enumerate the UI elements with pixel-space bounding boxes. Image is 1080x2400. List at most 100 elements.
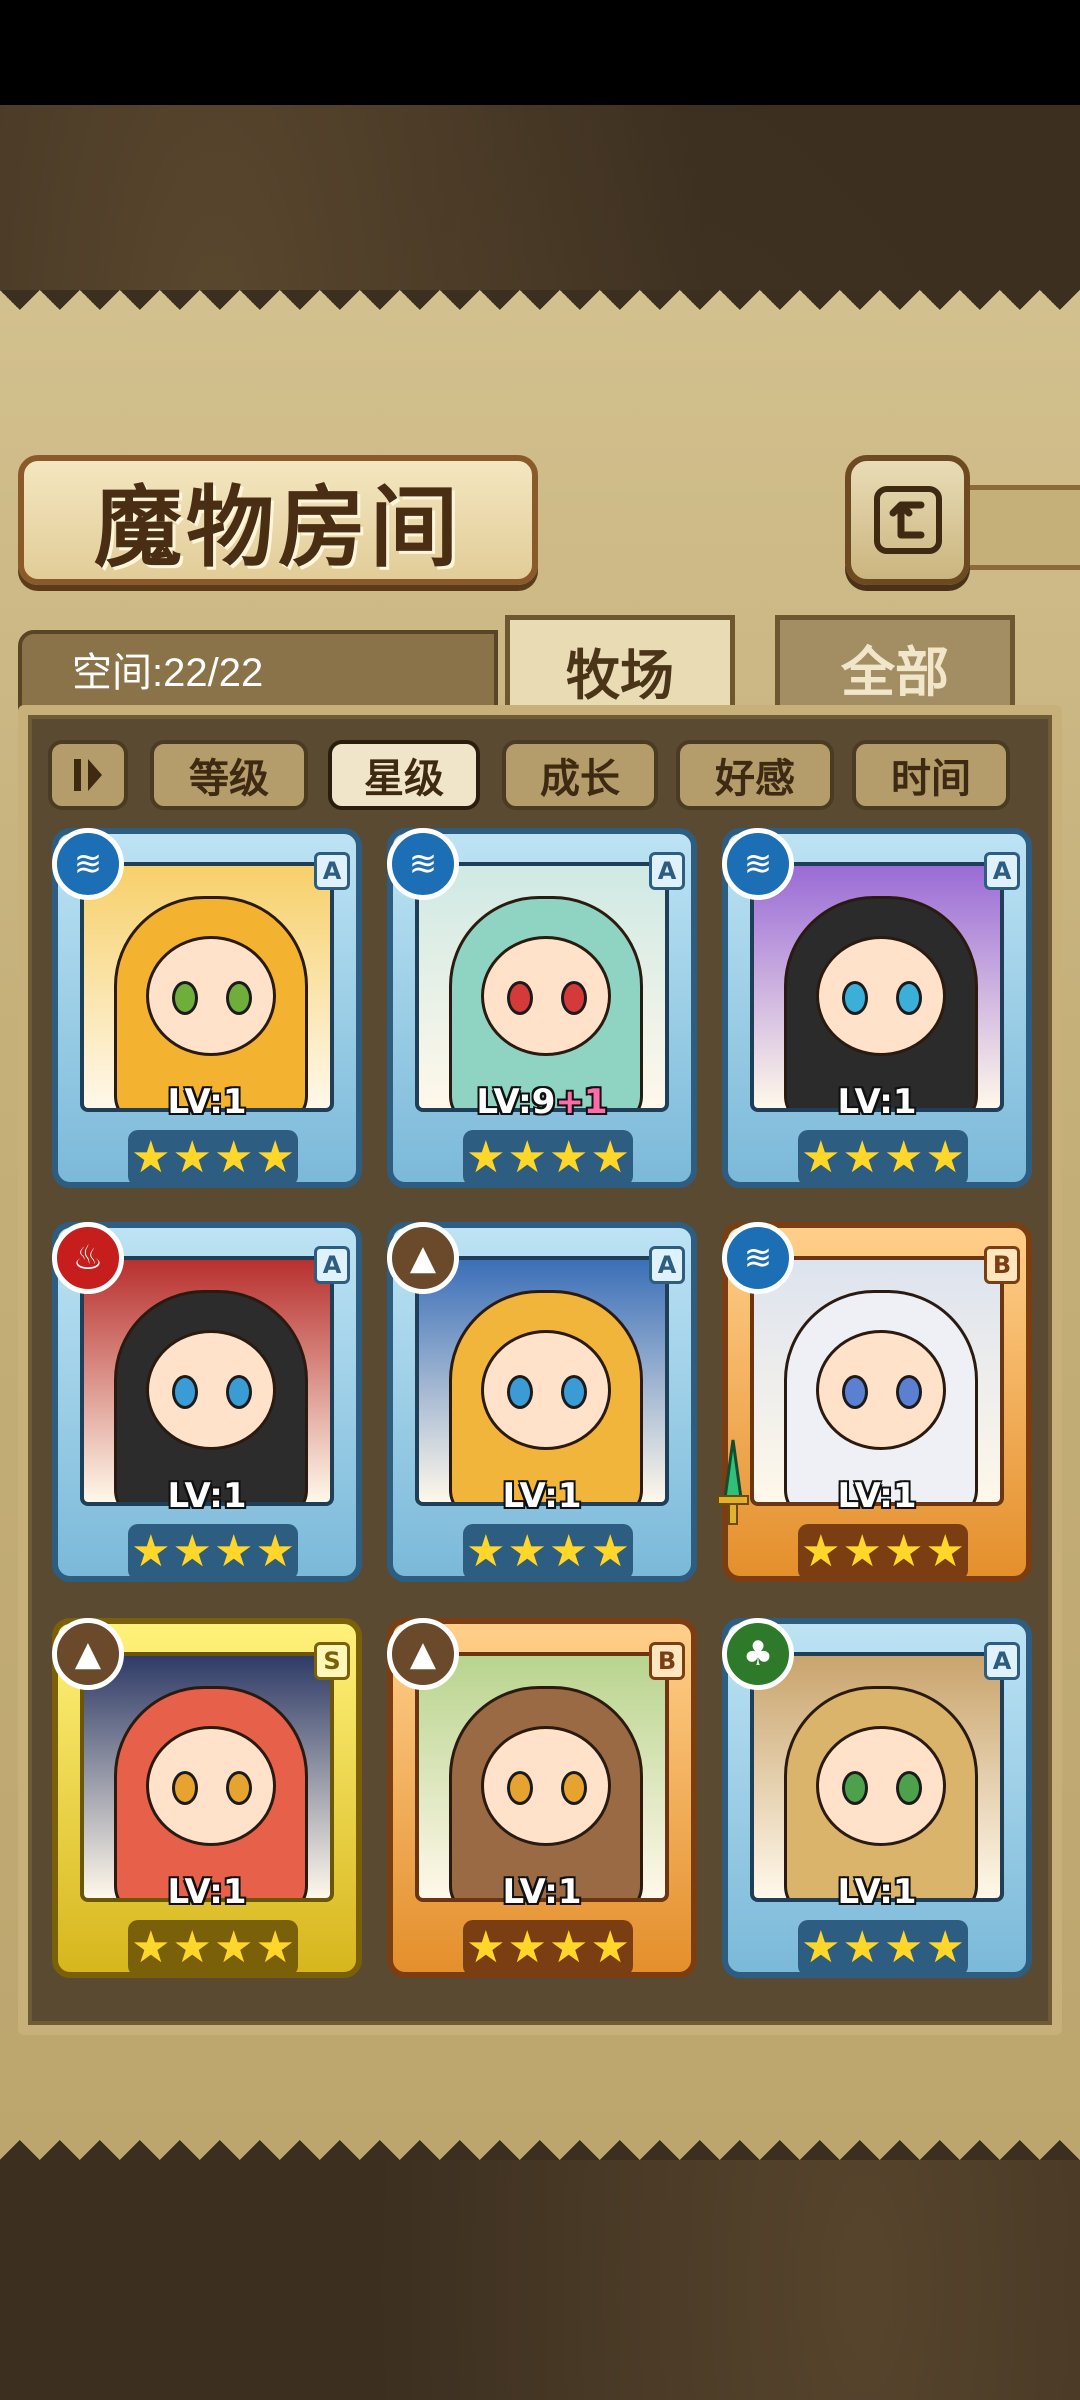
monster-eye [172,981,198,1015]
monster-eye [896,1771,922,1805]
monster-level-text: LV:9 [476,1082,556,1122]
star-rating: ★ ★ ★ ★ [128,1920,298,1976]
panel-zigzag-top [0,290,1080,330]
star-icon: ★ [549,1132,589,1183]
star-rating: ★ ★ ★ ★ [798,1920,968,1976]
rank-badge: A [984,852,1020,890]
monster-portrait [415,1652,669,1902]
monster-face [816,1330,946,1450]
earth-element-icon: ▲ [387,1222,459,1294]
sort-by-level-button[interactable]: 等级 [150,740,308,810]
star-icon: ★ [801,1526,841,1577]
star-icon: ★ [466,1526,506,1577]
star-icon: ★ [131,1526,171,1577]
monster-eye [896,1375,922,1409]
rank-badge: B [649,1642,685,1680]
star-icon: ★ [172,1526,212,1577]
star-icon: ★ [842,1526,882,1577]
monster-eye [226,981,252,1015]
star-rating: ★ ★ ★ ★ [463,1130,633,1186]
monster-level: LV:1 [58,1872,356,1912]
monster-face [816,936,946,1056]
sort-by-star-button[interactable]: 星级 [328,740,480,810]
monster-face [816,1726,946,1846]
star-icon: ★ [925,1132,965,1183]
rank-badge: B [984,1246,1020,1284]
sort-by-time-button[interactable]: 时间 [852,740,1010,810]
star-rating: ★ ★ ★ ★ [798,1524,968,1580]
monster-card[interactable]: LV:1 ★ ★ ★ ★ A ≋ [722,828,1032,1188]
star-icon: ★ [842,1132,882,1183]
star-icon: ★ [590,1132,630,1183]
monster-card[interactable]: LV:1 ★ ★ ★ ★ A ▲ [387,1222,697,1582]
star-icon: ★ [214,1132,254,1183]
monster-level-text: LV:1 [837,1476,917,1516]
monster-portrait [80,1652,334,1902]
star-rating: ★ ★ ★ ★ [128,1130,298,1186]
monster-card[interactable]: LV:1 ★ ★ ★ ★ S ▲ [52,1618,362,1978]
sort-by-affection-button[interactable]: 好感 [676,740,834,810]
equipped-sword-icon [714,1438,752,1528]
star-rating: ★ ★ ★ ★ [798,1130,968,1186]
star-icon: ★ [172,1922,212,1973]
star-icon: ★ [801,1922,841,1973]
monster-eye [842,1375,868,1409]
monster-level-text: LV:1 [502,1872,582,1912]
monster-portrait [750,862,1004,1112]
monster-level-text: LV:1 [167,1476,247,1516]
sort-order-toggle[interactable] [48,740,128,810]
monster-level: LV:1 [728,1476,1026,1516]
monster-portrait [750,1652,1004,1902]
monster-level: LV:1 [728,1872,1026,1912]
monster-eye [842,1771,868,1805]
monster-card[interactable]: LV:1 ★ ★ ★ ★ B ▲ [387,1618,697,1978]
monster-eye [561,1375,587,1409]
star-icon: ★ [842,1922,882,1973]
monster-eye [226,1771,252,1805]
monster-card[interactable]: LV:1 ★ ★ ★ ★ B ≋ [717,1222,1032,1582]
rank-badge: A [314,852,350,890]
star-icon: ★ [925,1526,965,1577]
star-icon: ★ [214,1526,254,1577]
star-icon: ★ [255,1526,295,1577]
monster-level: LV:1 [728,1082,1026,1122]
rank-badge: A [649,1246,685,1284]
monster-eye [172,1375,198,1409]
rank-badge: A [314,1246,350,1284]
monster-card[interactable]: LV:1 ★ ★ ★ ★ A ♣ [722,1618,1032,1978]
monster-card[interactable]: LV:9+1 ★ ★ ★ ★ A ≋ [387,828,697,1188]
star-rating: ★ ★ ★ ★ [463,1524,633,1580]
sort-direction-icon [74,759,102,791]
title-plate: 魔物房间 [18,455,538,585]
monster-portrait [415,862,669,1112]
monster-face [481,936,611,1056]
fire-element-icon: ♨ [52,1222,124,1294]
star-icon: ★ [131,1922,171,1973]
monster-eye [842,981,868,1015]
star-rating: ★ ★ ★ ★ [463,1920,633,1976]
monster-card[interactable]: LV:1 ★ ★ ★ ★ A ♨ [52,1222,362,1582]
monster-eye [561,1771,587,1805]
sort-by-growth-button[interactable]: 成长 [502,740,658,810]
monster-level: LV:1 [393,1476,691,1516]
star-icon: ★ [507,1132,547,1183]
star-icon: ★ [255,1132,295,1183]
monster-eye [896,981,922,1015]
monster-card[interactable]: LV:1 ★ ★ ★ ★ A ≋ [52,828,362,1188]
rank-badge: S [314,1642,350,1680]
monster-level: LV:1 [393,1872,691,1912]
star-icon: ★ [172,1132,212,1183]
monster-face [481,1726,611,1846]
monster-level: LV:1 [58,1476,356,1516]
water-element-icon: ≋ [387,828,459,900]
earth-element-icon: ▲ [52,1618,124,1690]
monster-portrait [80,1256,334,1506]
monster-level-text: LV:1 [837,1082,917,1122]
monster-portrait [750,1256,1004,1506]
back-button[interactable] [845,455,970,585]
capacity-label: 空间:22/22 [72,651,264,695]
star-icon: ★ [925,1922,965,1973]
star-icon: ★ [884,1526,924,1577]
star-icon: ★ [590,1922,630,1973]
rank-badge: A [984,1642,1020,1680]
